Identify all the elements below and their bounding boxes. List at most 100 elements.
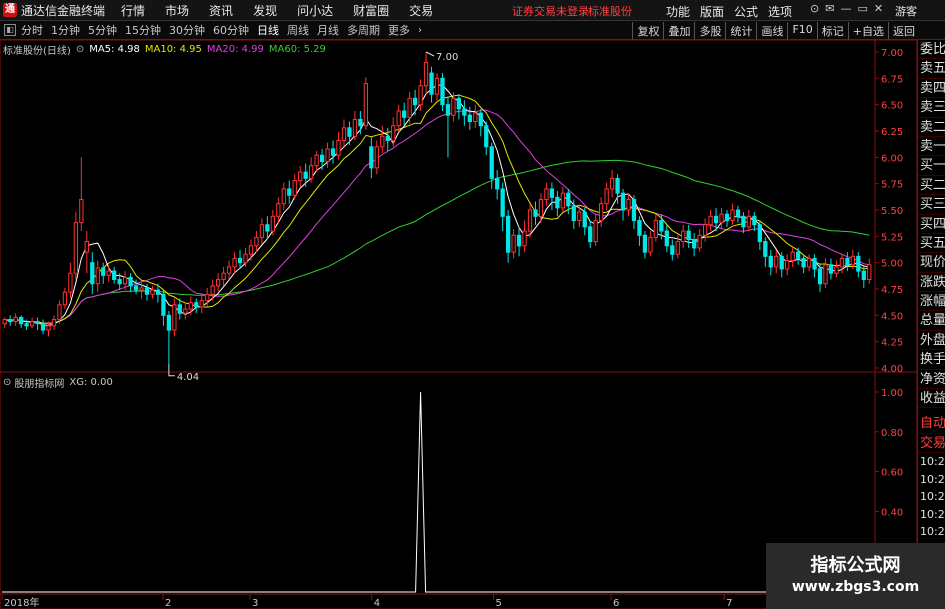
candle-body xyxy=(128,276,133,287)
low-price-label: 4.04 xyxy=(177,372,199,383)
candle-body xyxy=(183,308,188,314)
price-tick-label: 4.00 xyxy=(881,364,903,375)
candle-body xyxy=(746,215,752,228)
candle-body xyxy=(95,267,100,285)
indicator-toggle-icon[interactable]: ⊙ xyxy=(3,377,11,388)
side-item[interactable]: 买一 xyxy=(918,156,945,176)
side-item[interactable]: 卖五 xyxy=(918,59,945,79)
side-item[interactable]: 涨跌 xyxy=(918,273,945,293)
candle-body xyxy=(330,148,336,156)
candle-body xyxy=(823,264,828,285)
candle-body xyxy=(429,72,434,95)
side-item[interactable]: 总量 xyxy=(918,311,945,331)
candle-body xyxy=(522,230,527,247)
side-item[interactable]: 涨幅 xyxy=(918,292,945,312)
candle-body xyxy=(719,213,724,224)
candle-body xyxy=(609,177,615,190)
candle-body xyxy=(549,188,555,198)
side-item[interactable]: 买五 xyxy=(918,234,945,254)
auto-trade-label[interactable]: 自动 xyxy=(918,414,945,434)
indicator-tick-label: 0.80 xyxy=(881,428,903,439)
high-marker-line xyxy=(425,51,435,57)
candle-body xyxy=(57,304,62,321)
candle-body xyxy=(538,198,544,217)
side-item[interactable]: 外盘 xyxy=(918,331,945,351)
candle-body xyxy=(571,205,576,222)
price-tick-label: 6.50 xyxy=(881,101,903,112)
price-tick-label: 4.50 xyxy=(881,311,903,322)
candle-body xyxy=(582,211,587,228)
candle-body xyxy=(806,257,812,268)
candle-body xyxy=(380,135,385,148)
candle-body xyxy=(434,77,440,95)
candle-body xyxy=(774,255,779,268)
time-tick-label: 2018年 xyxy=(4,596,39,609)
candle-body xyxy=(839,257,845,268)
tick-time: 10:20 xyxy=(920,472,945,486)
side-item[interactable]: 买二 xyxy=(918,176,945,196)
candle-body xyxy=(276,203,281,217)
candle-body xyxy=(188,302,193,310)
candle-body xyxy=(730,209,735,222)
side-item[interactable]: 买四 xyxy=(918,215,945,234)
ma60-line xyxy=(4,159,870,324)
price-tick-label: 7.00 xyxy=(881,48,903,59)
time-tick-label: 7 xyxy=(726,598,732,609)
price-tick-label: 5.50 xyxy=(881,206,903,217)
kline-chart[interactable]: 7.00 6.75 6.50 6.25 6.00 5.75 5.50 5.25 5.00 4.75… xyxy=(0,0,945,609)
candle-body xyxy=(254,236,259,247)
ma10-label: MA10: 4.95 xyxy=(144,44,202,55)
candle-body xyxy=(757,224,762,243)
candle-body xyxy=(117,279,122,285)
time-tick-label: 3 xyxy=(252,598,258,609)
candle-body xyxy=(735,209,741,217)
candle-body xyxy=(215,279,221,287)
price-tick-label: 6.75 xyxy=(881,74,903,85)
candle-body xyxy=(604,188,609,205)
low-marker-line xyxy=(168,363,175,377)
tick-time: 10:20 xyxy=(920,490,945,504)
candle-body xyxy=(631,198,637,222)
candle-body xyxy=(456,97,462,110)
candle-body xyxy=(812,257,817,270)
side-item[interactable]: 卖三 xyxy=(918,98,945,118)
candle-body xyxy=(817,268,823,285)
ma60-label: MA60: 5.29 xyxy=(268,44,326,55)
candle-body xyxy=(500,188,505,217)
candle-body xyxy=(795,251,801,259)
side-item[interactable]: 收益 xyxy=(918,389,945,409)
candle-body xyxy=(779,255,784,270)
candle-body xyxy=(259,224,265,238)
legend-toggle-icon[interactable]: ⊙ xyxy=(76,44,84,55)
candle-body xyxy=(484,125,489,148)
candle-body xyxy=(412,97,418,106)
side-item[interactable]: 卖二 xyxy=(918,118,945,137)
time-tick-label: 4 xyxy=(374,598,380,609)
side-item[interactable]: 现价 xyxy=(918,253,945,273)
side-item[interactable]: 净资 xyxy=(918,370,945,390)
candle-body xyxy=(473,112,478,123)
side-item[interactable]: 换手 xyxy=(918,350,945,370)
side-item[interactable]: 卖一 xyxy=(918,137,945,157)
ma5-label: MA5: 4.98 xyxy=(89,44,140,55)
candle-body xyxy=(861,270,866,281)
candle-body xyxy=(555,196,560,209)
trade-label[interactable]: 交易 xyxy=(918,434,945,454)
candle-body xyxy=(692,238,697,249)
candle-body xyxy=(697,234,702,249)
candle-body xyxy=(440,77,445,106)
candle-body xyxy=(659,220,664,232)
indicator-tick-label: 0.40 xyxy=(881,507,903,518)
candle-body xyxy=(243,253,248,264)
side-item[interactable]: 买三 xyxy=(918,195,945,215)
candle-body xyxy=(62,291,68,306)
side-item[interactable]: 卖四 xyxy=(918,79,945,99)
candle-body xyxy=(221,272,226,281)
candle-body xyxy=(385,135,390,141)
candle-body xyxy=(708,215,713,226)
side-item[interactable]: 委比 xyxy=(918,40,945,60)
candle-body xyxy=(101,267,106,276)
candle-body xyxy=(856,255,861,272)
candle-body xyxy=(319,154,325,163)
candle-body xyxy=(763,241,768,257)
